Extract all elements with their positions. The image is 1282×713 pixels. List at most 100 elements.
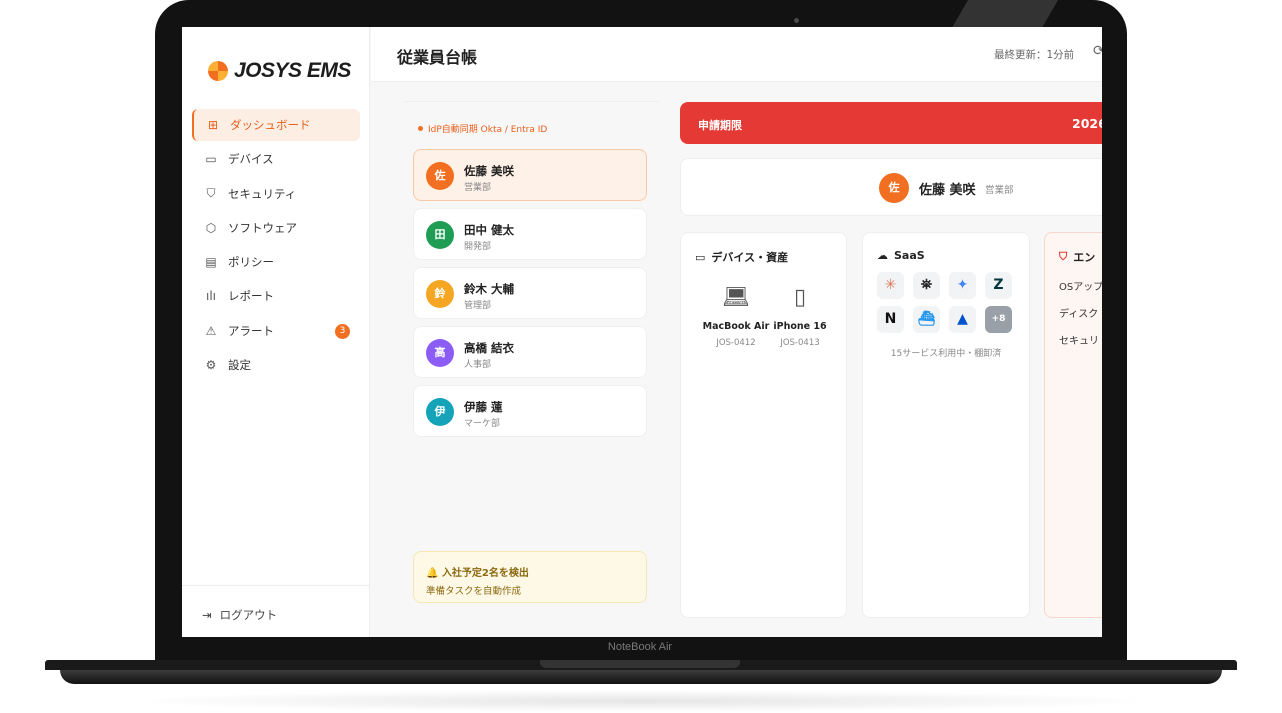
saas-card-title: ☁ SaaS	[877, 249, 925, 262]
laptop-hinge	[540, 660, 740, 668]
sidebar-item-software[interactable]: ⬡ ソフトウェア	[192, 212, 360, 244]
notion-icon[interactable]: N	[877, 306, 904, 333]
claude-icon[interactable]: ✳	[877, 272, 904, 299]
device-item[interactable]: 💻︎ MacBook Air JOS-0412	[701, 285, 771, 348]
sidebar-item-alerts[interactable]: ⚠ アラート 3	[192, 315, 360, 347]
app-screen: JOSYS EMS ⊞ ダッシュボード ▭ デバイス ⛉ セキュリティ ⬡ ソフ…	[182, 27, 1102, 637]
employee-card[interactable]: 伊 伊藤 蓮 マーケ部	[413, 385, 647, 437]
device-item[interactable]: ▯ iPhone 16 JOS-0413	[765, 285, 835, 348]
sidebar-item-devices[interactable]: ▭ デバイス	[192, 143, 360, 175]
employee-name: 田中 健太	[464, 223, 515, 237]
avatar: 佐	[426, 162, 454, 190]
profile-dept: 営業部	[985, 185, 1014, 196]
employee-dept: 管理部	[464, 301, 492, 311]
avatar: 高	[426, 339, 454, 367]
employee-dept: 営業部	[464, 183, 492, 193]
dashboard-grid-icon: ⊞	[207, 118, 219, 132]
employee-card[interactable]: 田 田中 健太 開発部	[413, 208, 647, 260]
atlassian-icon[interactable]: ▲	[949, 306, 976, 333]
sidebar-item-label: 設定	[228, 358, 251, 373]
employee-card[interactable]: 佐 佐藤 美咲 営業部	[413, 149, 647, 201]
sidebar-item-label: ポリシー	[228, 255, 274, 270]
bar-chart-icon: ılı	[205, 289, 216, 304]
sidebar-divider	[182, 585, 370, 586]
device-name: MacBook Air	[702, 321, 770, 332]
document-icon: ▤	[205, 255, 217, 270]
sidebar-item-reports[interactable]: ılı レポート	[192, 280, 360, 312]
more-apps-button[interactable]: +8	[985, 306, 1012, 333]
endpoint-card-title: ⛉ エン	[1059, 250, 1096, 264]
logout-button[interactable]: ⇥ ログアウト	[202, 607, 277, 623]
screen-glare	[951, 0, 1059, 28]
logout-label: ログアウト	[219, 608, 278, 622]
shield-icon: ⛉	[1059, 250, 1068, 263]
employee-name: 鈴木 大輔	[464, 282, 515, 296]
page-title: 従業員台帳	[397, 48, 478, 67]
sidebar-item-policy[interactable]: ▤ ポリシー	[192, 246, 360, 278]
sidebar-item-security[interactable]: ⛉ セキュリティ	[192, 178, 360, 210]
endpoint-line: ディスク	[1059, 309, 1099, 320]
bell-icon: 🔔	[426, 568, 439, 579]
profile-name: 佐藤 美咲	[919, 183, 976, 198]
idp-sync-label: IdP自動同期 Okta / Entra ID	[418, 122, 547, 135]
deadline-value: 2026	[1072, 116, 1102, 131]
logout-icon: ⇥	[202, 608, 212, 622]
notice-subtitle: 準備タスクを自動作成	[426, 586, 522, 597]
endpoint-line: OSアップ	[1059, 282, 1102, 293]
employee-name: 高橋 結衣	[464, 341, 515, 355]
top-header: 従業員台帳 最終更新：1分前 ⟳	[371, 27, 1102, 82]
endpoint-line: セキュリ	[1059, 336, 1099, 347]
sidebar-item-label: セキュリティ	[228, 186, 297, 201]
laptop-shadow	[120, 690, 1160, 712]
perplexity-icon[interactable]: ⛯	[913, 272, 940, 299]
device-id: JOS-0412	[716, 338, 756, 348]
sidebar-item-label: アラート	[228, 323, 274, 338]
camera	[794, 18, 799, 23]
sidebar-item-label: レポート	[228, 289, 274, 304]
package-icon: ⬡	[205, 220, 217, 235]
saas-summary: 15サービス利用中・棚卸済	[890, 349, 1002, 359]
devices-card-title: ▭ デバイス・資産	[695, 250, 789, 265]
laptop-icon: 💻︎	[722, 285, 750, 310]
deadline-banner: 申請期限 2026	[680, 102, 1102, 144]
avatar: 鈴	[426, 280, 454, 308]
employee-dept: 開発部	[464, 242, 492, 252]
gemini-icon[interactable]: ✦	[949, 272, 976, 299]
avatar: 田	[426, 221, 454, 249]
device-id: JOS-0413	[780, 338, 820, 348]
warning-icon: ⚠	[205, 323, 217, 338]
employee-card[interactable]: 高 高橋 結衣 人事部	[413, 326, 647, 378]
docker-icon[interactable]: ⛴	[913, 306, 940, 333]
zendesk-icon[interactable]: Z	[985, 272, 1012, 299]
logo: JOSYS EMS	[208, 59, 351, 83]
logo-text: JOSYS EMS	[234, 59, 351, 82]
monitor-icon: ▭	[695, 250, 706, 264]
avatar: 佐	[879, 173, 909, 203]
deadline-label: 申請期限	[698, 119, 742, 132]
employee-card[interactable]: 鈴 鈴木 大輔 管理部	[413, 267, 647, 319]
sidebar-item-label: ソフトウェア	[228, 220, 297, 235]
gear-icon: ⚙	[205, 358, 217, 373]
onboarding-notice[interactable]: 🔔 入社予定2名を検出 準備タスクを自動作成	[413, 551, 647, 603]
refresh-icon[interactable]: ⟳	[1093, 43, 1102, 59]
devices-card: ▭ デバイス・資産 💻︎ MacBook Air JOS-0412 ▯ iPho…	[680, 232, 847, 618]
sidebar-item-label: ダッシュボード	[230, 118, 311, 132]
sidebar-nav: ⊞ ダッシュボード ▭ デバイス ⛉ セキュリティ ⬡ ソフトウェア ▤ ポリシ…	[192, 109, 360, 383]
device-label: NoteBook Air	[607, 641, 673, 653]
notice-title: 🔔 入社予定2名を検出	[426, 568, 529, 579]
monitor-icon: ▭	[205, 152, 217, 167]
sync-dot-icon	[418, 126, 423, 131]
sidebar-item-dashboard[interactable]: ⊞ ダッシュボード	[192, 109, 360, 141]
idp-sync-text: IdP自動同期 Okta / Entra ID	[428, 125, 548, 135]
last-updated-text: 最終更新：1分前	[994, 49, 1075, 61]
employee-name: 佐藤 美咲	[464, 164, 515, 178]
logo-mark-icon	[208, 61, 228, 81]
alert-count-badge: 3	[335, 323, 350, 339]
saas-card: ☁ SaaS ✳ ⛯ ✦ Z N ⛴ ▲ +8 15サービス利用中・棚卸済	[862, 232, 1030, 618]
employee-dept: 人事部	[464, 360, 492, 370]
sidebar: JOSYS EMS ⊞ ダッシュボード ▭ デバイス ⛉ セキュリティ ⬡ ソフ…	[182, 27, 370, 637]
phone-icon: ▯	[793, 285, 807, 310]
sidebar-item-settings[interactable]: ⚙ 設定	[192, 349, 360, 381]
shield-icon: ⛉	[206, 186, 216, 201]
avatar: 伊	[426, 398, 454, 426]
